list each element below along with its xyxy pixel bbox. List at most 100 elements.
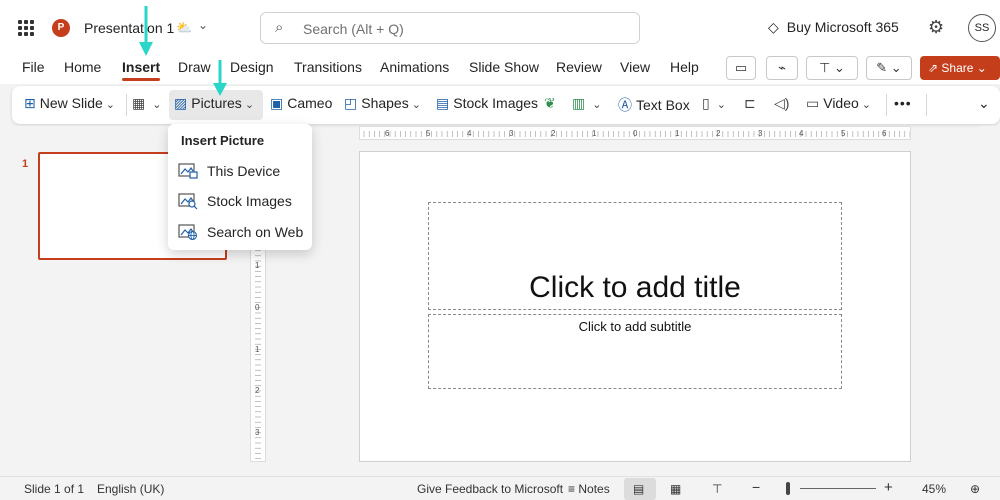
cameo-button[interactable]: ▣ Cameo [270,95,332,112]
menu-item-label: Search on Web [207,224,304,240]
ruler-label: 6 [385,129,390,138]
shapes-icon: ◰ [344,95,358,111]
ribbon-expand-chevron-icon[interactable]: ⌄ [978,95,990,112]
table-icon: ▦ [132,95,146,111]
subtitle-placeholder-text: Click to add subtitle [578,319,692,334]
title-chevron-down-icon[interactable]: ⌄ [198,18,208,32]
give-feedback-link[interactable]: Give Feedback to Microsoft [417,482,563,496]
buy-microsoft-365-button[interactable]: ◇ Buy Microsoft 365 [768,19,899,36]
menu-heading: Insert Picture [181,133,265,148]
chart-button[interactable]: ▥ ⌄ [572,95,601,112]
tab-insert[interactable]: Insert [122,59,161,81]
ruler-label: 1 [675,129,680,138]
tab-file[interactable]: File [22,59,45,75]
table-button[interactable]: ▦ ⌄ [132,95,161,112]
title-placeholder[interactable]: Click to add title [428,202,842,310]
zoom-in-button[interactable]: + [884,479,893,496]
picture-icon: ▨ [174,95,188,111]
menu-item-search-on-web[interactable]: Search on Web [168,218,312,246]
app-launcher-icon[interactable] [18,20,34,36]
text-box-button[interactable]: Ⓐ Text Box [618,95,690,115]
stock-images-button[interactable]: ▤ Stock Images [436,95,538,112]
ribbon-divider [926,94,927,116]
user-avatar[interactable]: SS [968,14,996,42]
status-bar: Slide 1 of 1 English (UK) Give Feedback … [0,476,1000,500]
comment-button[interactable]: ⊏ [744,95,760,112]
search-box[interactable]: ⌕ Search (Alt + Q) [260,12,640,44]
ruler-label: 1 [255,261,260,270]
tab-home[interactable]: Home [64,59,101,75]
slide-count: Slide 1 of 1 [24,482,85,496]
audio-icon: ◁) [774,95,790,111]
share-icon: ⇗ [928,61,939,75]
slide-number: 1 [22,158,29,170]
buy-label: Buy Microsoft 365 [786,19,899,35]
video-button[interactable]: ▭ Video ⌄ [806,95,871,112]
globe-icon [178,224,198,241]
audio-button[interactable]: ◁) [774,95,793,112]
chevron-down-icon: ⌄ [152,99,162,111]
ruler-label: 2 [255,386,260,395]
tab-slide-show[interactable]: Slide Show [469,59,539,75]
search-input[interactable]: Search (Alt + Q) [303,21,404,37]
stock-images-icon [178,193,198,210]
header-footer-button[interactable]: ▯ ⌄ [702,95,726,112]
language-indicator[interactable]: English (UK) [97,482,164,496]
tab-transitions[interactable]: Transitions [294,59,362,75]
tab-help[interactable]: Help [670,59,699,75]
horizontal-ruler: 6 5 4 3 2 1 0 1 2 3 4 5 6 [359,126,911,140]
chevron-down-icon: ⌄ [411,99,421,111]
vertical-scrollbar[interactable] [982,126,1000,476]
ruler-label: 4 [467,129,472,138]
comments-icon[interactable]: ▭ [726,56,756,80]
icons-icon: ❦ [544,95,556,111]
shapes-label: Shapes [361,95,409,111]
share-button[interactable]: ⇗ Share ⌄ [920,56,1000,80]
zoom-slider-thumb[interactable] [786,482,790,495]
reading-view-icon[interactable]: ⊤ [712,482,722,496]
tab-review[interactable]: Review [556,59,602,75]
normal-view-icon[interactable]: ▤ [633,482,644,496]
more-options-button[interactable]: ••• [894,95,912,111]
ruler-label: 1 [255,345,260,354]
tab-design[interactable]: Design [230,59,274,75]
new-slide-button[interactable]: ⊞ New Slide ⌄ [24,95,115,112]
slide-sorter-icon[interactable]: ▦ [670,482,681,496]
icons-button[interactable]: ❦ [544,95,560,112]
ribbon-divider [126,94,127,116]
menu-item-stock-images[interactable]: Stock Images [168,187,312,215]
zoom-out-button[interactable]: − [752,479,760,495]
editing-mode-button[interactable]: ✎ ⌄ [866,56,912,80]
notes-icon: ≡ [568,482,576,496]
new-comment-icon: ⊏ [744,95,756,111]
chevron-down-icon: ⌄ [105,99,115,111]
text-box-icon: Ⓐ [618,97,632,113]
ribbon-tabs: File Home Insert Draw Design Transitions… [0,56,1000,84]
slide-canvas[interactable]: Click to add title Click to add subtitle [359,151,911,462]
subtitle-placeholder[interactable]: Click to add subtitle [428,314,842,389]
document-title[interactable]: Presentation 1 [84,20,174,36]
ruler-label: 0 [255,303,260,312]
ruler-label: 0 [633,129,638,138]
tab-animations[interactable]: Animations [380,59,449,75]
ribbon-divider [886,94,887,116]
ruler-label: 5 [426,129,431,138]
notes-button[interactable]: ≡ Notes [568,482,610,496]
fit-to-window-icon[interactable]: ⊕ [970,482,980,496]
diamond-icon: ◇ [768,19,779,35]
ruler-label: 4 [799,129,804,138]
zoom-level[interactable]: 45% [922,482,946,496]
shapes-button[interactable]: ◰ Shapes ⌄ [344,95,421,112]
tab-draw[interactable]: Draw [178,59,211,75]
present-button[interactable]: ⊤ ⌄ [806,56,858,80]
activity-icon[interactable]: ⌁ [766,56,798,80]
menu-item-label: Stock Images [207,193,292,209]
zoom-slider-track[interactable] [800,488,876,489]
chevron-down-icon: ⌄ [244,99,255,111]
settings-gear-icon[interactable]: ⚙ [928,17,944,38]
menu-item-this-device[interactable]: This Device [168,157,312,185]
ruler-label: 2 [716,129,721,138]
new-slide-icon: ⊞ [24,95,36,111]
tab-view[interactable]: View [620,59,650,75]
ruler-label: 3 [758,129,763,138]
